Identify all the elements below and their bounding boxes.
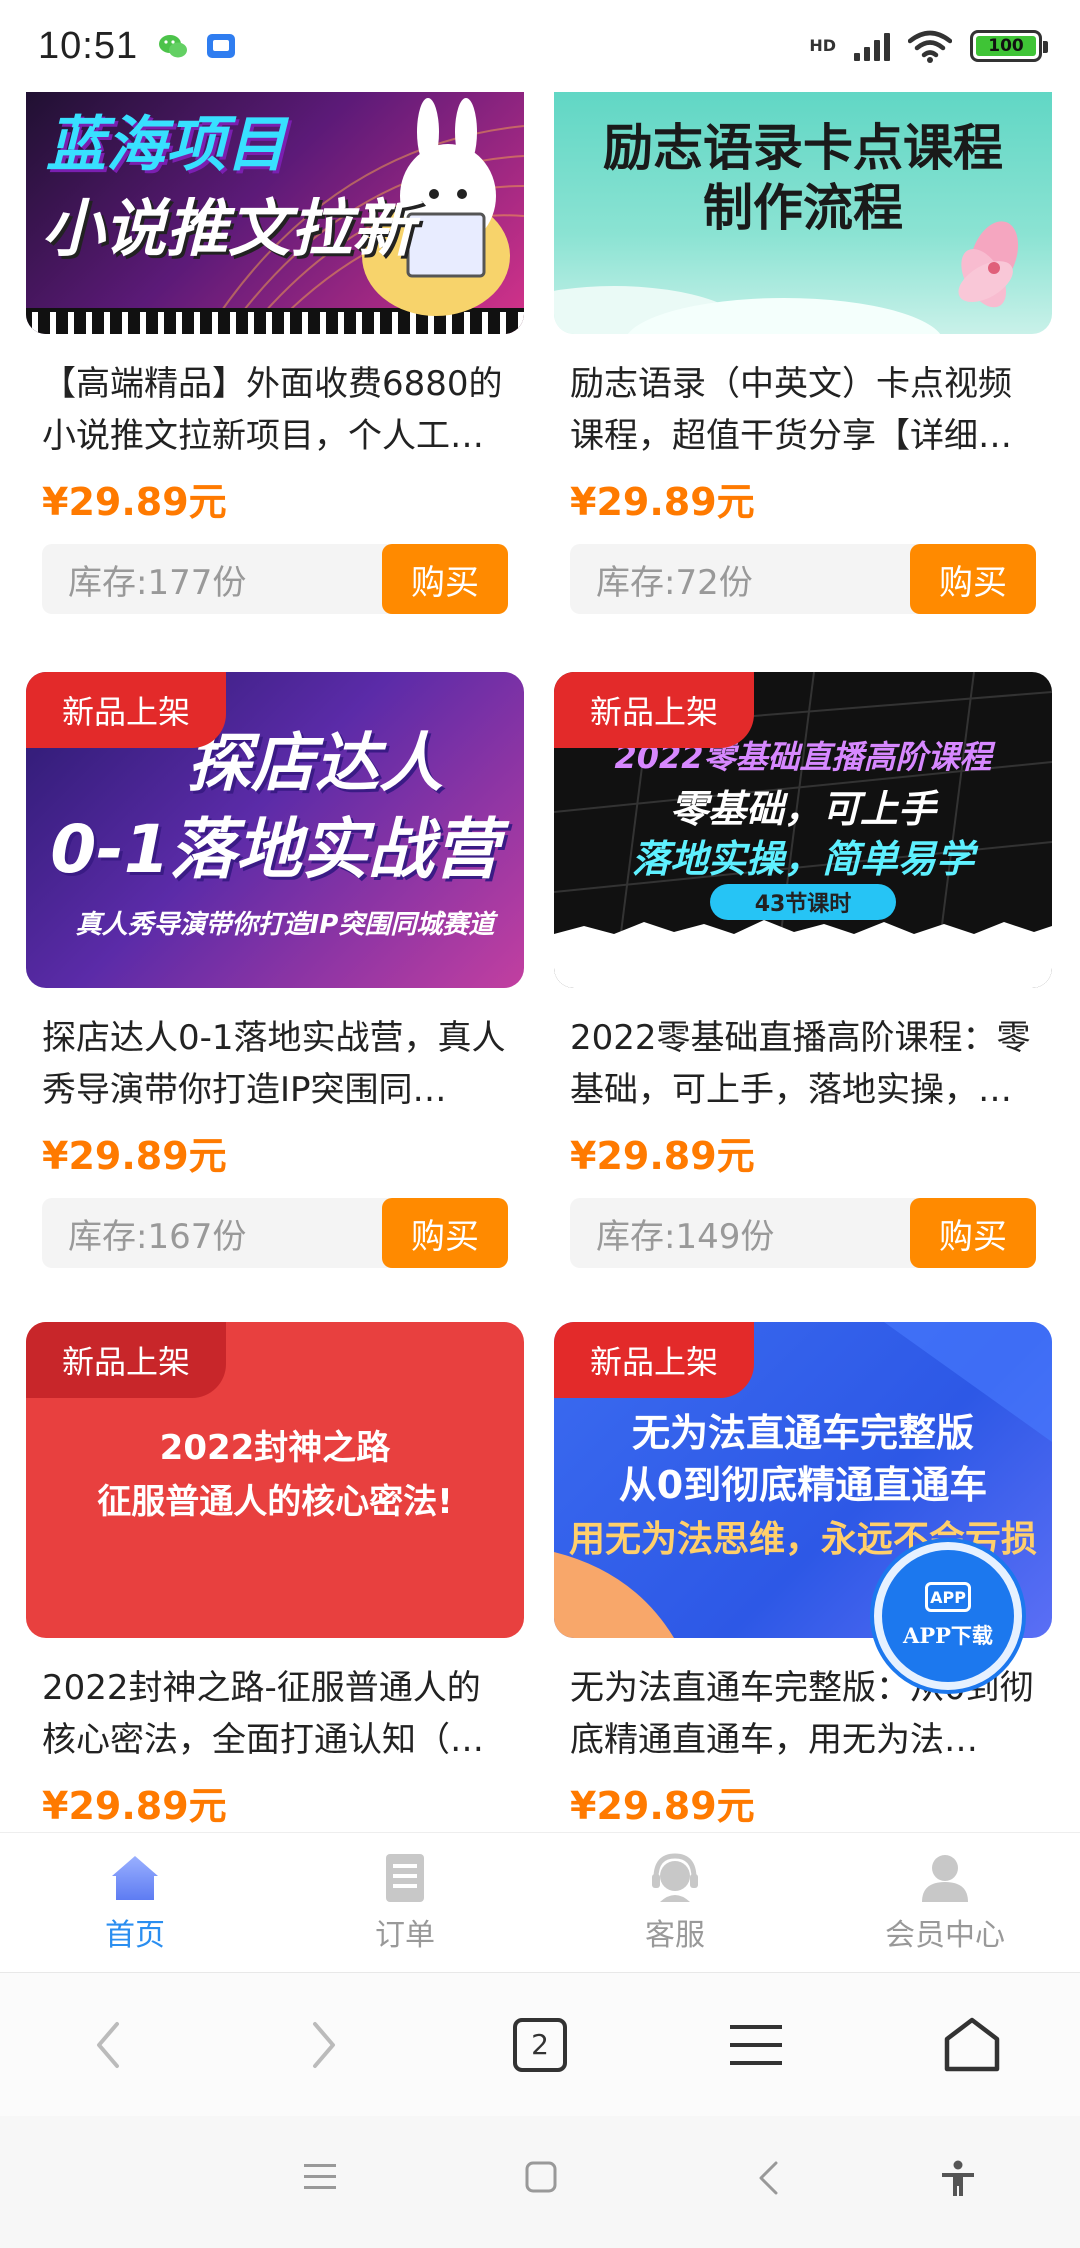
app-badge: APP <box>930 1587 966 1607</box>
back-button[interactable] <box>0 1973 216 2116</box>
recent-apps-icon[interactable] <box>302 2160 338 2194</box>
product-price: ¥29.89元 <box>42 1784 227 1828</box>
tabs-button[interactable]: 2 <box>432 1973 648 2116</box>
tab-orders[interactable]: 订单 <box>270 1833 540 1972</box>
home-square-icon[interactable] <box>524 2160 558 2194</box>
banner-line-2: 从0到彻底精通直通车 <box>618 1463 988 1507</box>
bottom-tab-bar: 首页 订单 客服 会员中心 <box>0 1832 1080 1972</box>
new-arrival-tag: 新品上架 <box>554 1322 754 1398</box>
stock-count: 库存:149份 <box>596 1216 775 1257</box>
lesson-count-pill: 43节课时 <box>710 884 896 920</box>
hamburger-menu-icon <box>730 2024 782 2065</box>
product-price: ¥29.89元 <box>570 1134 755 1178</box>
product-title[interactable]: 2022零基础直播高阶课程：零基础，可上手，落地实操，… <box>554 1012 1052 1116</box>
signal-icon <box>854 31 890 61</box>
product-title[interactable]: 【高端精品】外面收费6880的小说推文拉新项目，个人工… <box>26 358 524 462</box>
customer-service-icon <box>652 1852 698 1902</box>
product-card[interactable]: 蓝海项目 小说推文拉新 【高端精品】外面收费6880的小说推文拉新项目，个人工…… <box>26 92 524 614</box>
order-icon <box>386 1853 424 1902</box>
tab-count: 2 <box>513 2017 567 2072</box>
product-price: ¥29.89元 <box>42 1134 227 1178</box>
product-image[interactable]: 蓝海项目 小说推文拉新 <box>26 92 524 334</box>
banner-line-1: 蓝海项目 <box>46 110 286 180</box>
banner-line-2: 制作流程 <box>703 179 903 237</box>
stock-row: 库存:149份 购买 <box>570 1198 1036 1268</box>
tab-customer-service[interactable]: 客服 <box>540 1833 810 1972</box>
member-icon <box>922 1854 968 1902</box>
product-title[interactable]: 励志语录（中英文）卡点视频课程，超值干货分享【详细… <box>554 358 1052 462</box>
banner-line-2: 征服普通人的核心密法! <box>97 1482 453 1522</box>
buy-button[interactable]: 购买 <box>910 544 1036 614</box>
home-button[interactable] <box>864 1973 1080 2116</box>
product-card[interactable]: 新品上架 探店达人 0-1落地实战营 真人秀导演带你打造IP突围同城赛道 探店达… <box>26 672 524 1268</box>
stock-row: 库存:72份 购买 <box>570 544 1036 614</box>
banner-line-2: 0-1落地实战营 <box>50 811 500 888</box>
home-outline-icon <box>944 2017 1000 2071</box>
chevron-left-icon <box>97 2021 119 2068</box>
product-price: ¥29.89元 <box>570 480 755 524</box>
status-time: 10:51 <box>38 24 139 67</box>
stock-count: 库存:72份 <box>596 562 753 603</box>
app-download-label: APP下载 <box>903 1623 993 1648</box>
lesson-count: 43节课时 <box>754 892 852 917</box>
forward-button[interactable] <box>216 1973 432 2116</box>
banner-line-3: 真人秀导演带你打造IP突围同城赛道 <box>75 910 495 940</box>
product-title[interactable]: 探店达人0-1落地实战营，真人秀导演带你打造IP突围同… <box>26 1012 524 1116</box>
new-arrival-tag: 新品上架 <box>26 672 226 748</box>
tab-member-center[interactable]: 会员中心 <box>810 1833 1080 1972</box>
battery-icon: 100 <box>970 30 1048 62</box>
network-label: HD <box>809 36 836 55</box>
banner-line-1: 无为法直通车完整版 <box>631 1411 974 1455</box>
product-card[interactable]: 新品上架 2022封神之路 征服普通人的核心密法! 2022封神之路-征服普通人… <box>26 1322 524 1832</box>
product-price: ¥29.89元 <box>42 480 227 524</box>
stock-row: 库存:177份 购买 <box>42 544 508 614</box>
menu-button[interactable] <box>648 1973 864 2116</box>
network-type: HD <box>809 36 836 55</box>
browser-toolbar: 2 <box>0 1972 1080 2116</box>
tab-label: 会员中心 <box>885 1917 1005 1953</box>
back-arrow-icon[interactable] <box>756 2160 780 2196</box>
system-navigation-bar <box>0 2116 1080 2248</box>
tab-label: 订单 <box>375 1917 435 1953</box>
product-price: ¥29.89元 <box>570 1784 755 1828</box>
tab-label: 客服 <box>645 1917 705 1953</box>
banner-line-2: 零基础，可上手 <box>669 787 936 831</box>
buy-button[interactable]: 购买 <box>910 1198 1036 1268</box>
app-notification-icon <box>207 34 236 58</box>
banner-line-3: 落地实操，简单易学 <box>631 837 974 881</box>
product-image[interactable]: 新品上架 2022封神之路 征服普通人的核心密法! <box>26 1322 524 1638</box>
banner-line-2: 小说推文拉新 <box>42 192 415 265</box>
product-image[interactable]: 新品上架 2022零基础直播高阶课程 零基础，可上手 落地实操，简单易学 43节… <box>554 672 1052 988</box>
stock-count: 库存:167份 <box>68 1216 247 1257</box>
product-image[interactable]: 励志语录卡点课程 制作流程 <box>554 92 1052 334</box>
app-icon: APP <box>925 1582 971 1612</box>
product-card[interactable]: 励志语录卡点课程 制作流程 励志语录（中英文）卡点视频课程，超值干货分享【详细…… <box>554 92 1052 614</box>
tab-label: 首页 <box>105 1917 165 1953</box>
wifi-icon <box>908 30 952 63</box>
banner-line-1: 2022封神之路 <box>159 1428 391 1468</box>
product-card[interactable]: 新品上架 2022零基础直播高阶课程 零基础，可上手 落地实操，简单易学 43节… <box>554 672 1052 1268</box>
buy-button[interactable]: 购买 <box>382 1198 508 1268</box>
app-download-button[interactable]: APP APP下载 <box>874 1542 1022 1690</box>
home-icon <box>112 1855 158 1900</box>
product-image[interactable]: 新品上架 探店达人 0-1落地实战营 真人秀导演带你打造IP突围同城赛道 <box>26 672 524 988</box>
chevron-right-icon <box>313 2021 335 2068</box>
new-arrival-tag: 新品上架 <box>554 672 754 748</box>
battery-level: 100 <box>976 36 1036 56</box>
status-bar: 10:51 HD 100 <box>0 0 1080 92</box>
stock-count: 库存:177份 <box>68 562 247 603</box>
product-title[interactable]: 2022封神之路-征服普通人的核心密法，全面打通认知（… <box>26 1662 524 1766</box>
accessibility-icon[interactable] <box>940 2160 976 2198</box>
screen: 10:51 HD 100 蓝海项目 小说推文拉新 【高端精品】外面收费6880的… <box>0 0 1080 2248</box>
stock-row: 库存:167份 购买 <box>42 1198 508 1268</box>
buy-button[interactable]: 购买 <box>382 544 508 614</box>
tab-home[interactable]: 首页 <box>0 1833 270 1972</box>
wechat-icon <box>159 35 188 58</box>
new-arrival-tag: 新品上架 <box>26 1322 226 1398</box>
